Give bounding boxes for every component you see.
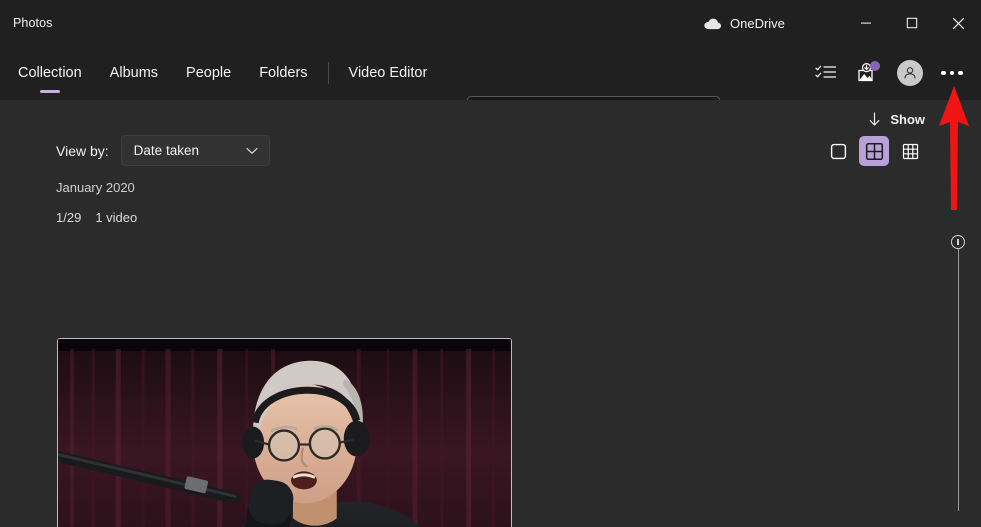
tab-video-editor[interactable]: Video Editor — [335, 46, 442, 100]
grid-3x3-icon — [902, 143, 918, 159]
show-label: Show — [890, 112, 925, 127]
tab-collection-label: Collection — [18, 65, 82, 81]
tab-folders-label: Folders — [259, 65, 308, 81]
person-icon — [904, 67, 916, 79]
group-count: 1 video — [95, 210, 138, 225]
import-badge — [870, 61, 880, 71]
minimize-icon — [861, 22, 871, 24]
group-title: January 2020 — [56, 180, 135, 195]
content-area: Show View by: Date taken January 2020 1/… — [0, 100, 981, 527]
select-button[interactable] — [805, 52, 847, 94]
timeline-scrubber[interactable] — [950, 235, 966, 525]
tab-albums[interactable]: Albums — [96, 46, 172, 100]
view-by-value: Date taken — [133, 143, 199, 158]
active-tab-indicator — [39, 90, 60, 93]
group-meta: 1/29 1 video — [56, 210, 137, 225]
video-thumbnail-image — [58, 339, 511, 527]
view-mode-small-button[interactable] — [895, 136, 925, 166]
import-button[interactable] — [847, 52, 889, 94]
photos-app-window: Photos OneDrive Collection Albums People… — [0, 0, 981, 527]
view-by-row: View by: Date taken — [56, 135, 270, 166]
navigation-bar: Collection Albums People Folders Video E… — [0, 46, 981, 134]
view-mode-toggle-group — [823, 136, 925, 166]
title-bar: Photos OneDrive — [0, 0, 981, 46]
select-icon — [815, 65, 836, 78]
see-more-icon — [941, 70, 963, 76]
nav-divider — [327, 62, 329, 84]
arrow-down-icon — [869, 112, 880, 126]
tab-collection[interactable]: Collection — [4, 46, 96, 100]
single-square-icon — [830, 143, 846, 159]
tab-video-editor-label: Video Editor — [348, 65, 428, 81]
tab-folders[interactable]: Folders — [245, 46, 321, 100]
tab-albums-label: Albums — [109, 65, 159, 81]
nav-actions — [805, 46, 973, 100]
chevron-down-icon — [246, 147, 258, 154]
minimize-button[interactable] — [843, 0, 889, 46]
close-button[interactable] — [935, 0, 981, 46]
window-controls — [843, 0, 981, 46]
tab-people[interactable]: People — [172, 46, 245, 100]
grid-2x2-icon — [865, 142, 883, 160]
maximize-icon — [906, 17, 918, 29]
view-by-dropdown[interactable]: Date taken — [120, 135, 270, 166]
tab-people-label: People — [186, 65, 232, 81]
onedrive-label: OneDrive — [730, 15, 785, 31]
view-mode-medium-button[interactable] — [859, 136, 889, 166]
account-button[interactable] — [889, 52, 931, 94]
scrubber-track — [957, 243, 959, 511]
onedrive-status[interactable]: OneDrive — [703, 0, 785, 46]
view-by-label: View by: — [56, 142, 109, 159]
avatar — [897, 60, 923, 86]
view-mode-large-button[interactable] — [823, 136, 853, 166]
video-thumbnail[interactable]: 02:47 — [57, 338, 512, 527]
app-title: Photos — [13, 16, 53, 30]
scrubber-handle[interactable] — [951, 235, 965, 249]
see-more-button[interactable] — [931, 52, 973, 94]
cloud-icon — [704, 18, 722, 29]
close-icon — [952, 17, 964, 29]
group-date: 1/29 — [56, 210, 82, 225]
show-filter-button[interactable]: Show — [868, 112, 925, 127]
nav-tabs: Collection Albums People Folders Video E… — [4, 46, 441, 100]
maximize-button[interactable] — [889, 0, 935, 46]
